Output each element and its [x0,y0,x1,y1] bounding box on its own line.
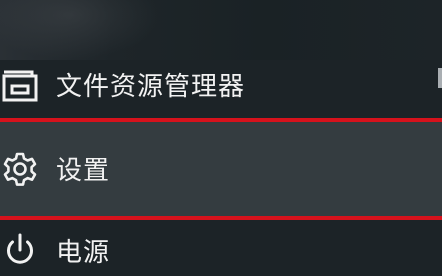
menu-item-label: 设置 [56,156,111,186]
folder-icon [0,64,40,104]
highlight-border-bottom [0,216,442,220]
menu-item-label: 电源 [56,237,111,268]
start-menu-list: 文件资源管理器 设置 电源 [0,0,442,274]
power-icon [0,230,40,270]
gear-icon [0,149,40,189]
scrollbar-indicator[interactable] [438,68,442,88]
menu-item-power[interactable]: 电源 [0,224,442,276]
menu-item-label: 文件资源管理器 [56,71,246,102]
menu-item-file-explorer[interactable]: 文件资源管理器 [0,58,442,110]
menu-item-settings[interactable]: 设置 [0,121,442,216]
highlight-border-top [0,118,442,122]
